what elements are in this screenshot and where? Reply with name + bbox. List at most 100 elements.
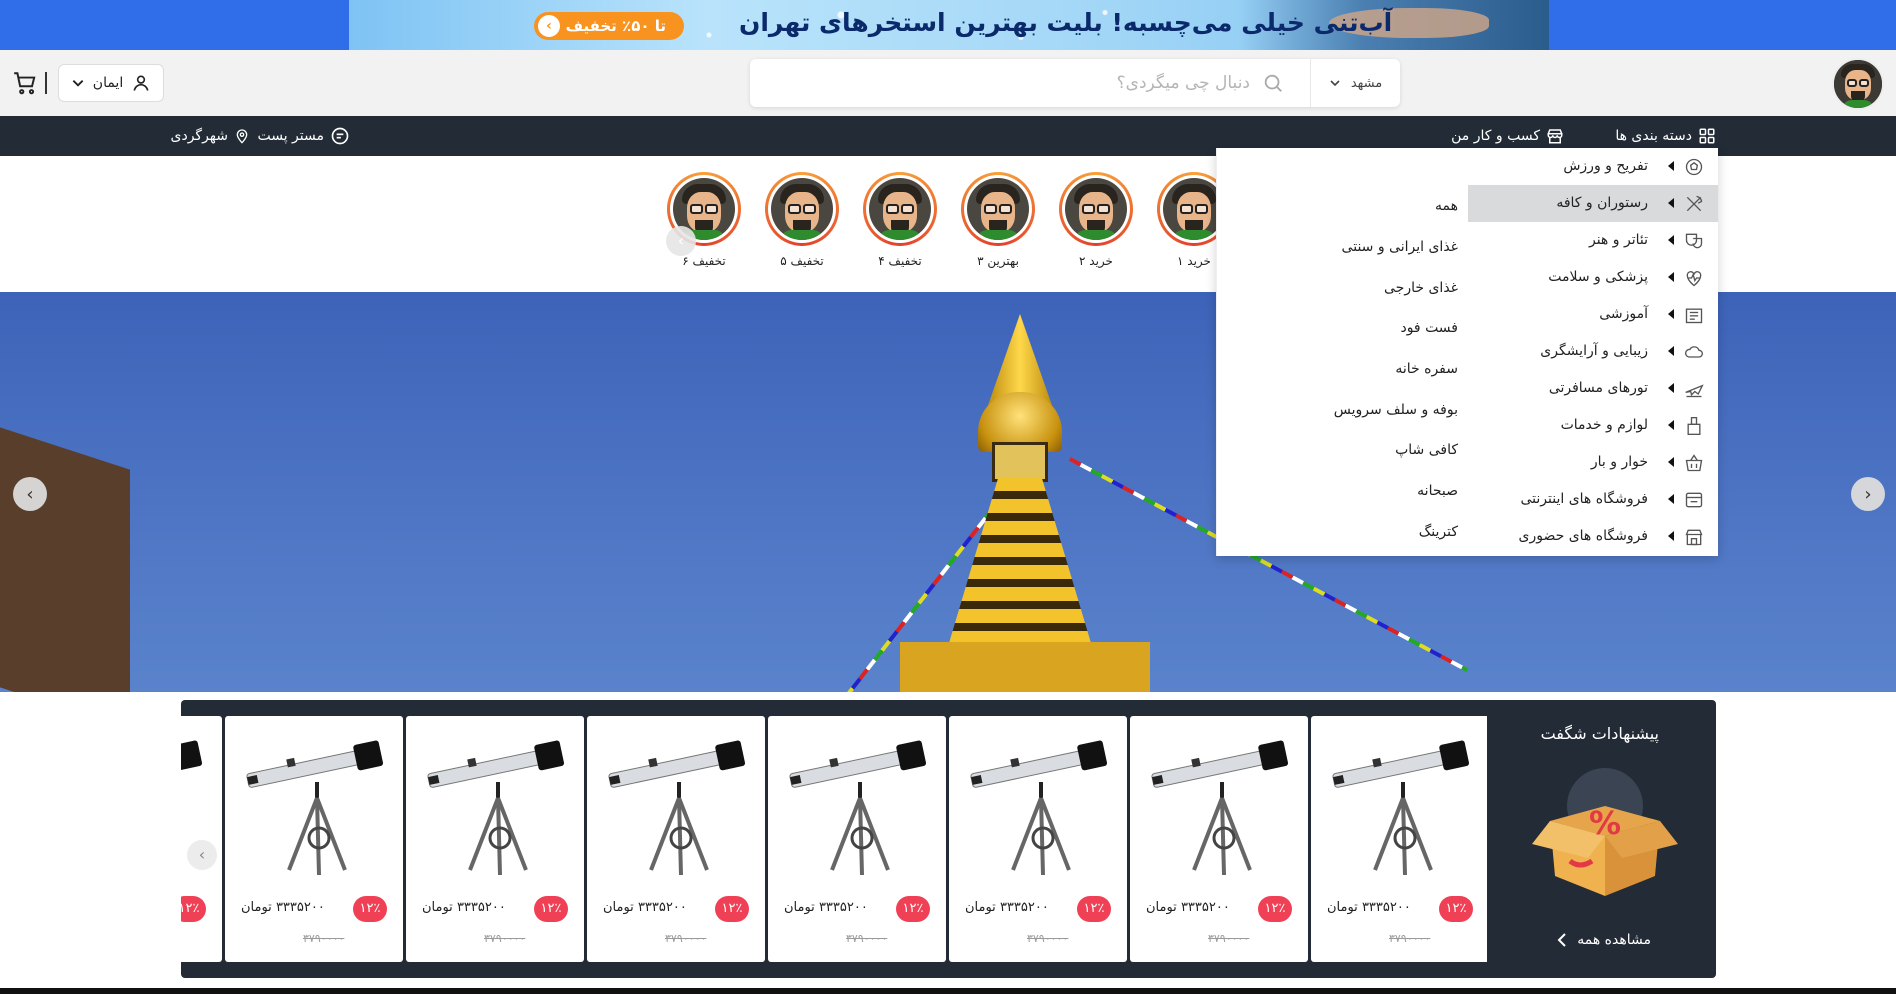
subcategory-item[interactable]: بوفه و سلف سرویس	[1334, 402, 1458, 418]
subcategory-item[interactable]: فست فود	[1400, 320, 1458, 336]
category-label: تورهای مسافرتی	[1548, 380, 1648, 396]
product-card[interactable]: ۱۲٪ ۳۳۳۵۲۰۰ تومان ۳۷۹۰۰۰۰	[406, 716, 584, 962]
discount-badge: ۱۲٪	[1439, 896, 1473, 922]
stories-row: خرید ۱ خرید ۲ بهترین ۳ تخفیف ۴ تخفیف ۵ ت…	[660, 170, 1220, 280]
product-old-price: ۳۷۹۰۰۰۰	[1208, 932, 1250, 945]
product-card[interactable]: ۱۲٪ ۳۳۳۵۲۰۰ تومان ۳۷۹۰۰۰۰	[225, 716, 403, 962]
category-item-theater[interactable]: تئاتر و هنر	[1468, 222, 1718, 259]
promo-cta-button[interactable]: تا ۵۰٪ تخفیف ›	[534, 12, 684, 40]
nav-mister-post[interactable]: مستر پست	[257, 116, 350, 156]
telescope-image	[427, 740, 565, 876]
subcategory-item[interactable]: کترینگ	[1419, 524, 1458, 540]
user-menu-button[interactable]: ایمان	[58, 64, 164, 102]
shop-icon	[1547, 129, 1563, 144]
stupa-collar	[992, 442, 1048, 482]
story-item[interactable]: خرید ۱	[1157, 172, 1220, 268]
category-label: فروشگاه های حضوری	[1518, 528, 1649, 544]
caret-left-icon	[1668, 272, 1674, 282]
discount-badge: ۱۲٪	[1258, 896, 1292, 922]
grid-icon	[1699, 128, 1715, 144]
product-card[interactable]: ۱۲٪ ۳۳۳۵۲۰۰ تومان ۳۷۹۰۰۰۰	[1130, 716, 1308, 962]
category-item-restaurant[interactable]: رستوران و کافه	[1468, 185, 1718, 222]
product-card[interactable]: ۱۲٪	[181, 716, 222, 962]
category-item-grocery[interactable]: خوار و بار	[1468, 444, 1718, 481]
promo-headline: آب‌تنی خیلی می‌چسبه! بلیت بهترین استخرها…	[739, 8, 1393, 37]
cart-icon[interactable]	[12, 70, 38, 96]
story-label: تخفیف ۶	[682, 254, 726, 268]
location-pin-icon	[236, 129, 248, 144]
product-card[interactable]: ۱۲٪ ۳۳۳۵۲۰۰ تومان ۳۷۹۰۰۰۰	[768, 716, 946, 962]
see-all-link[interactable]: مشاهده همه	[1557, 932, 1651, 948]
story-item[interactable]: تخفیف ۴	[863, 172, 937, 268]
category-label: لوازم و خدمات	[1560, 417, 1648, 433]
user-name: ایمان	[92, 75, 124, 91]
restaurant-icon	[1686, 195, 1703, 212]
discount-badge: ۱۲٪	[353, 896, 387, 922]
product-old-price: ۳۷۹۰۰۰۰	[303, 932, 345, 945]
amazing-offers-section: پیشنهادات شگفت % مشاهده همه ۱۲٪ ۳۳۳۵۲۰۰ ت…	[181, 700, 1716, 978]
chevron-left-icon	[1557, 933, 1566, 947]
travel-icon	[1685, 384, 1704, 398]
subcategory-item[interactable]: سفره خانه	[1395, 361, 1458, 377]
category-item-sports[interactable]: تفریح و ورزش	[1468, 148, 1718, 185]
subcategory-item[interactable]: غذای ایرانی و سنتی	[1342, 239, 1458, 255]
story-label: بهترین ۳	[977, 254, 1019, 268]
header-divider	[45, 72, 47, 94]
category-item-education[interactable]: آموزشی	[1468, 296, 1718, 333]
subcategory-item[interactable]: غذای خارجی	[1384, 280, 1458, 296]
caret-left-icon	[1668, 457, 1674, 467]
category-label: آموزشی	[1599, 306, 1648, 322]
category-item-store[interactable]: فروشگاه های حضوری	[1468, 518, 1718, 555]
city-selector[interactable]: مشهد	[1310, 59, 1400, 107]
health-icon	[1686, 271, 1702, 287]
product-price: ۳۳۳۵۲۰۰ تومان	[1327, 900, 1411, 915]
story-item[interactable]: بهترین ۳	[961, 172, 1035, 268]
category-label: تئاتر و هنر	[1588, 232, 1648, 248]
search-input[interactable]	[750, 59, 1310, 107]
category-item-health[interactable]: پزشکی و سلامت	[1468, 259, 1718, 296]
caret-left-icon	[1668, 235, 1674, 245]
product-card[interactable]: ۱۲٪ ۳۳۳۵۲۰۰ تومان ۳۷۹۰۰۰۰	[587, 716, 765, 962]
product-card[interactable]: ۱۲٪ ۳۳۳۵۲۰۰ تومان ۳۷۹۰۰۰۰	[949, 716, 1127, 962]
product-old-price: ۳۷۹۰۰۰۰	[484, 932, 526, 945]
offers-title: پیشنهادات شگفت	[1540, 724, 1659, 743]
subcategory-item[interactable]: کافی شاپ	[1395, 442, 1458, 458]
stories-prev-button[interactable]: ‹	[666, 226, 696, 256]
category-dropdown: تفریح و ورزش رستوران و کافه تئاتر و هنر …	[1216, 148, 1718, 556]
category-item-travel[interactable]: تورهای مسافرتی	[1468, 370, 1718, 407]
product-price: ۳۳۳۵۲۰۰ تومان	[603, 900, 687, 915]
store-icon	[1685, 529, 1703, 546]
category-item-services[interactable]: لوازم و خدمات	[1468, 407, 1718, 444]
category-label: فروشگاه های اینترنتی	[1520, 491, 1649, 507]
sports-icon	[1685, 158, 1703, 176]
story-label: تخفیف ۴	[878, 254, 922, 268]
telescope-image	[1151, 740, 1289, 876]
product-card[interactable]: ۱۲٪ ۳۳۳۵۲۰۰ تومان ۳۷۹۰۰۰۰	[1311, 716, 1487, 962]
products-prev-button[interactable]: ‹	[187, 840, 217, 870]
category-label: خوار و بار	[1590, 454, 1648, 470]
category-item-beauty[interactable]: زیبایی و آرایشگری	[1468, 333, 1718, 370]
online-store-icon	[1685, 492, 1703, 508]
caret-left-icon	[1668, 531, 1674, 541]
category-item-online-store[interactable]: فروشگاه های اینترنتی	[1468, 481, 1718, 518]
telescope-image	[789, 740, 927, 876]
beauty-icon	[1685, 346, 1703, 358]
category-list: تفریح و ورزش رستوران و کافه تئاتر و هنر …	[1468, 148, 1718, 556]
nav-city-tour[interactable]: شهرگردی	[171, 116, 251, 156]
site-header: مشهد ایمان	[0, 50, 1896, 116]
caret-left-icon	[1668, 494, 1674, 504]
bottom-bar	[0, 988, 1896, 994]
product-old-price: ۳۷۹۰۰۰۰	[665, 932, 707, 945]
subcategory-item[interactable]: صبحانه	[1417, 483, 1458, 499]
category-label: تفریح و ورزش	[1563, 158, 1648, 174]
subcategory-item[interactable]: همه	[1435, 198, 1458, 214]
discount-badge: ۱۲٪	[534, 896, 568, 922]
promo-banner[interactable]: آب‌تنی خیلی می‌چسبه! بلیت بهترین استخرها…	[349, 0, 1549, 50]
stupa-base	[900, 642, 1150, 692]
product-old-price: ۳۷۹۰۰۰۰	[1027, 932, 1069, 945]
hero-next-button[interactable]: ›	[1851, 477, 1885, 511]
logo-avatar[interactable]	[1832, 58, 1884, 110]
hero-prev-button[interactable]: ‹	[13, 477, 47, 511]
story-item[interactable]: تخفیف ۵	[765, 172, 839, 268]
story-item[interactable]: خرید ۲	[1059, 172, 1133, 268]
